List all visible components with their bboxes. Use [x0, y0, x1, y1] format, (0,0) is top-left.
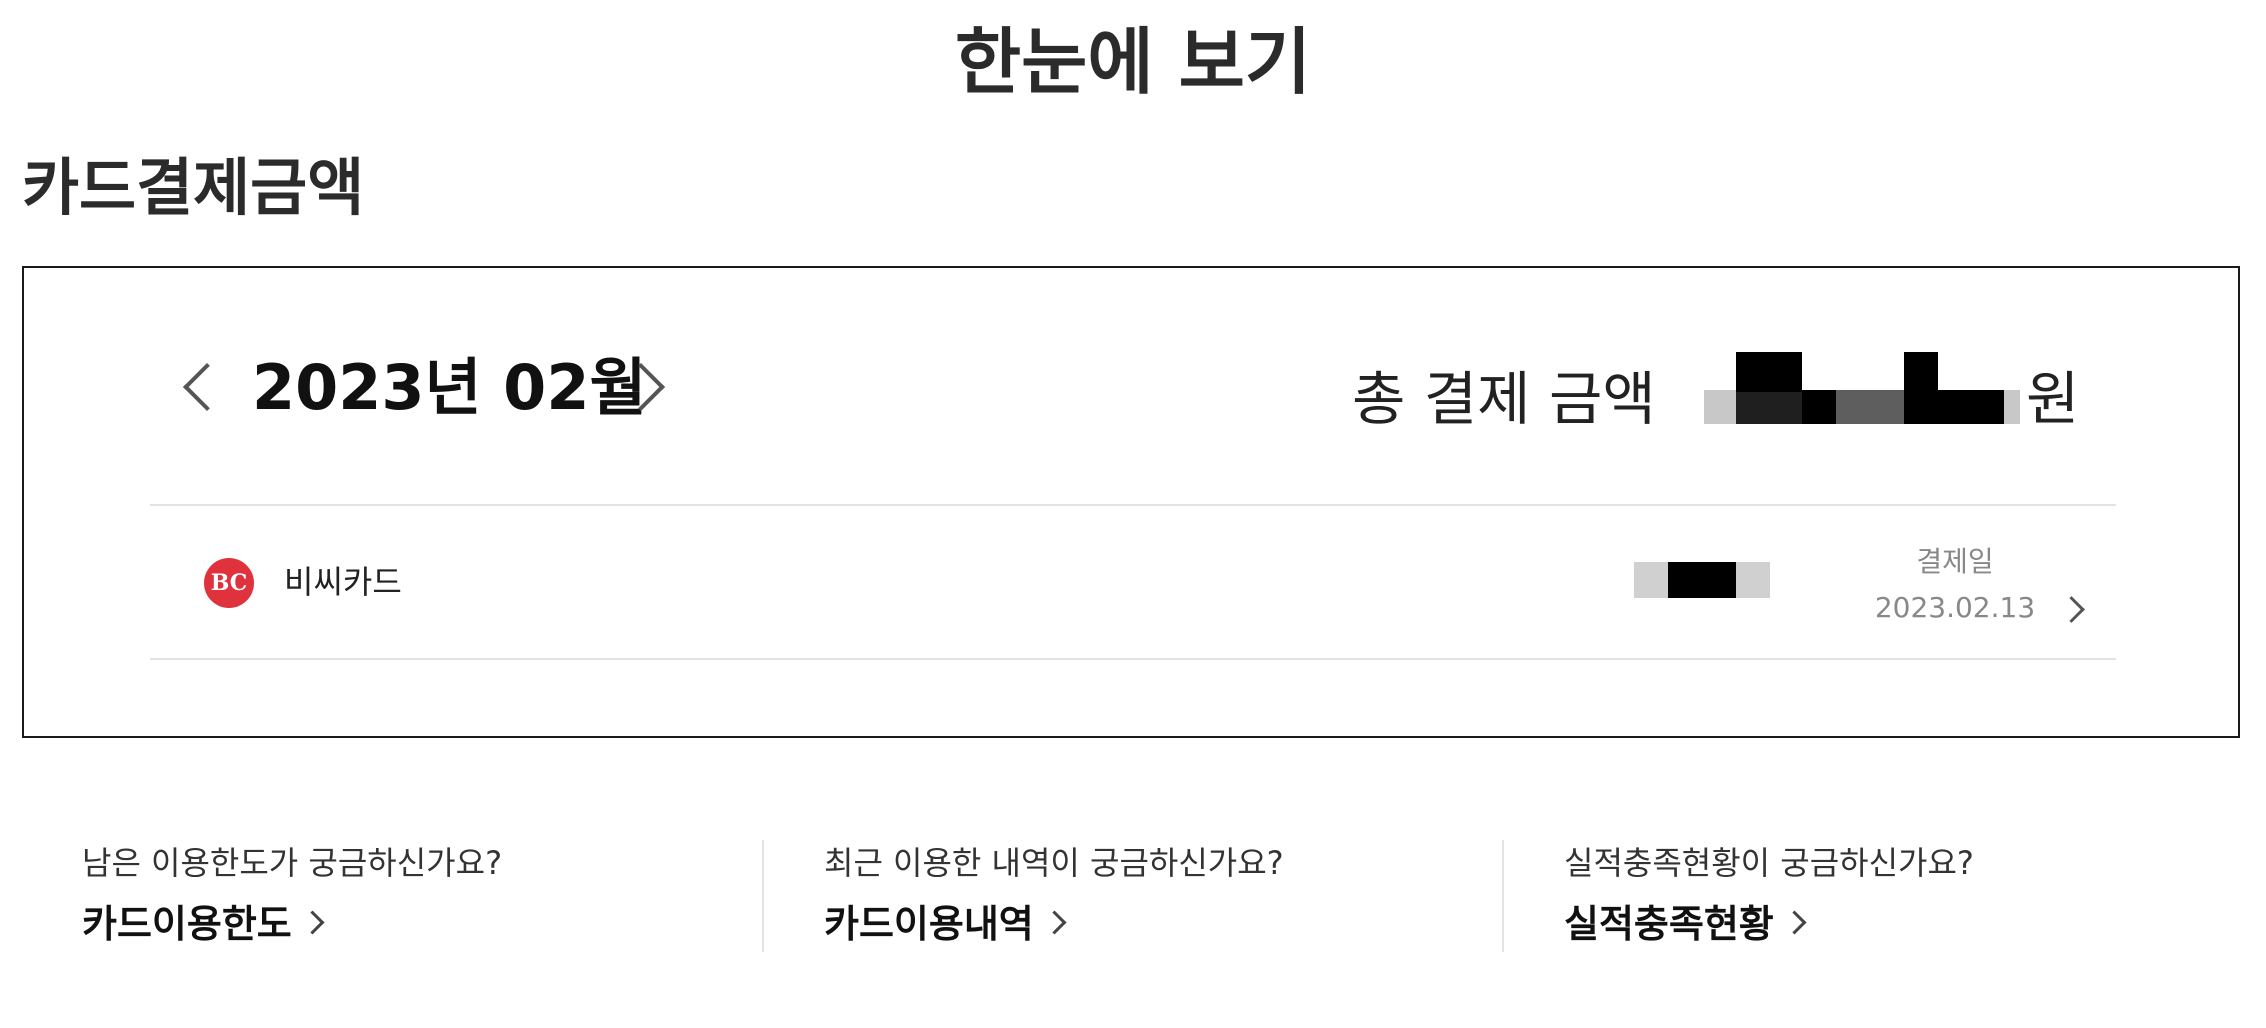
- card-name: 비씨카드: [284, 563, 402, 601]
- performance-status-link[interactable]: 실적충족현황: [1564, 898, 1807, 950]
- total-amount-masked: [1704, 352, 2020, 428]
- total-amount-label: 총 결제 금액: [1352, 365, 1656, 433]
- link-performance: 실적충족현황이 궁금하신가요? 실적충족현황: [1564, 840, 2244, 952]
- card-amount-masked: [1634, 562, 1770, 598]
- link-question: 실적충족현황이 궁금하신가요?: [1564, 844, 1974, 882]
- card-list-item[interactable]: BC 비씨카드 결제일 2023.02.13: [150, 506, 2116, 658]
- chevron-right-icon: [2058, 596, 2085, 623]
- link-card-limit: 남은 이용한도가 궁금하신가요? 카드이용한도: [82, 840, 762, 952]
- divider: [150, 658, 2116, 660]
- pay-date-link[interactable]: 결제일 2023.02.13: [1870, 542, 2085, 632]
- month-label: 2023년 02월: [252, 351, 647, 424]
- column-divider: [1502, 840, 1504, 952]
- prev-month-icon[interactable]: [182, 362, 232, 412]
- link-question: 남은 이용한도가 궁금하신가요?: [82, 844, 503, 882]
- pay-date-label: 결제일: [1916, 545, 1994, 578]
- card-limit-link[interactable]: 카드이용한도: [82, 898, 325, 950]
- link-card-history: 최근 이용한 내역이 궁금하신가요? 카드이용내역: [824, 840, 1504, 952]
- column-divider: [762, 840, 764, 952]
- link-action-label: 카드이용한도: [82, 902, 292, 946]
- chevron-right-icon: [300, 910, 325, 935]
- link-action-label: 실적충족현황: [1564, 902, 1774, 946]
- pay-date-value: 2023.02.13: [1874, 591, 2036, 624]
- chevron-right-icon: [1042, 910, 1067, 935]
- chevron-right-icon: [1782, 910, 1807, 935]
- link-action-label: 카드이용내역: [824, 902, 1034, 946]
- currency-label: 원: [2026, 365, 2080, 433]
- card-history-link[interactable]: 카드이용내역: [824, 898, 1067, 950]
- section-title: 카드결제금액: [22, 151, 365, 224]
- page-title: 한눈에 보기: [954, 20, 1312, 104]
- card-payment-panel: 2023년 02월 총 결제 금액 원 BC 비씨카드 결제일 2023.02.…: [22, 266, 2240, 738]
- bc-card-logo-icon: BC: [204, 558, 254, 608]
- link-question: 최근 이용한 내역이 궁금하신가요?: [824, 844, 1284, 882]
